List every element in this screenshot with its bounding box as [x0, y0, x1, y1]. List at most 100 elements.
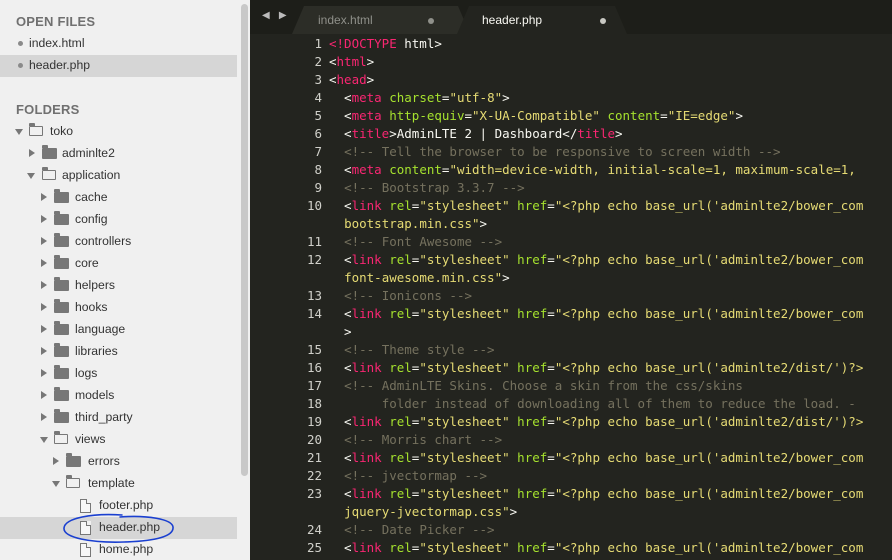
line-gutter: 1 2 3 4 5 6 7 8 9 10 11 12 13 14 15 16 17 18 19 20 21 22 23 24 2…: [250, 34, 322, 560]
code-line: <link rel="stylesheet" href="<?php echo …: [329, 252, 864, 267]
tree-label: language: [75, 322, 126, 336]
line-number: 10: [306, 198, 322, 213]
sidebar: OPEN FILES index.html header.php FOLDERS…: [0, 0, 250, 560]
tree-label: hooks: [75, 300, 108, 314]
code-line: <link rel="stylesheet" href="<?php echo …: [329, 486, 864, 501]
folder-icon: [54, 409, 69, 423]
tree-folder-controllers[interactable]: controllers: [0, 231, 237, 253]
tree-folder-views[interactable]: views: [0, 429, 237, 451]
chevron-right-icon: [41, 391, 47, 399]
file-icon: [80, 521, 91, 535]
code-editor[interactable]: 1 2 3 4 5 6 7 8 9 10 11 12 13 14 15 16 17 18 19 20 21 22 23 24 2…: [250, 34, 892, 560]
code-line: <meta http-equiv="X-UA-Compatible" conte…: [329, 108, 743, 123]
line-number: 14: [306, 306, 322, 321]
chevron-right-icon: [53, 457, 59, 465]
tree-folder-models[interactable]: models: [0, 385, 237, 407]
tree-label: core: [75, 256, 99, 270]
file-dot-icon: [18, 41, 23, 46]
code-line: jquery-jvectormap.css">: [344, 504, 518, 519]
tab-label: index.html: [318, 13, 373, 27]
code-line: <!-- AdminLTE Skins. Choose a skin from …: [344, 378, 743, 393]
code-line: <meta content="width=device-width, initi…: [329, 162, 856, 177]
folder-icon: [54, 343, 69, 357]
tree-file-header[interactable]: header.php: [0, 517, 237, 539]
tree-label: footer.php: [99, 498, 154, 512]
tab-nav-arrows[interactable]: ◀ ▶: [262, 10, 290, 21]
tree-folder-libraries[interactable]: libraries: [0, 341, 237, 363]
tab-header-php[interactable]: header.php: [457, 6, 627, 34]
line-number: 20: [306, 432, 322, 447]
tree-folder-application[interactable]: application: [0, 165, 237, 187]
folder-icon: [54, 233, 69, 247]
tree-folder-hooks[interactable]: hooks: [0, 297, 237, 319]
tab-index-html[interactable]: index.html: [292, 6, 470, 34]
tree-folder-template[interactable]: template: [0, 473, 237, 495]
open-file-item[interactable]: index.html: [0, 33, 237, 55]
sidebar-scrollbar[interactable]: [241, 4, 248, 476]
code-line: <meta charset="utf-8">: [329, 90, 510, 105]
line-number: 23: [306, 486, 322, 501]
tree-folder-core[interactable]: core: [0, 253, 237, 275]
code-line: <link rel="stylesheet" href="<?php echo …: [329, 198, 864, 213]
tree-label: views: [75, 432, 106, 446]
file-icon: [80, 543, 91, 557]
folder-icon: [66, 453, 81, 467]
code-line: <link rel="stylesheet" href="<?php echo …: [329, 360, 864, 375]
tab-close-dot-icon[interactable]: [600, 18, 606, 24]
code-line: <!-- Date Picker -->: [344, 522, 495, 537]
line-number: 8: [314, 162, 322, 177]
line-number: 18: [306, 396, 322, 411]
tree-folder-adminlte2[interactable]: adminlte2: [0, 143, 237, 165]
line-number: 25: [306, 540, 322, 555]
folder-open-icon: [65, 474, 80, 488]
tab-close-dot-icon[interactable]: [428, 18, 434, 24]
tree-label: errors: [88, 454, 120, 468]
tree-file-home[interactable]: home.php: [0, 539, 237, 560]
line-number: 17: [306, 378, 322, 393]
chevron-down-icon: [27, 173, 35, 179]
tree-folder-helpers[interactable]: helpers: [0, 275, 237, 297]
open-files-heading: OPEN FILES: [16, 14, 96, 29]
tree-file-footer[interactable]: footer.php: [0, 495, 237, 517]
file-icon: [80, 499, 91, 513]
tree-folder-cache[interactable]: cache: [0, 187, 237, 209]
chevron-right-icon: [41, 369, 47, 377]
tree-label: models: [75, 388, 115, 402]
folder-icon: [54, 211, 69, 225]
chevron-right-icon: [29, 149, 35, 157]
code-line: <link rel="stylesheet" href="<?php echo …: [329, 414, 864, 429]
chevron-right-icon: [41, 259, 47, 267]
chevron-right-icon: [41, 303, 47, 311]
code-line: <!-- Theme style -->: [344, 342, 495, 357]
tree-folder-toko[interactable]: toko: [0, 121, 237, 143]
code-line: folder instead of downloading all of the…: [344, 396, 856, 411]
folder-icon: [42, 145, 57, 159]
chevron-right-icon: [41, 215, 47, 223]
line-number: 4: [314, 90, 322, 105]
code-line: <!-- Morris chart -->: [344, 432, 503, 447]
chevron-down-icon: [40, 437, 48, 443]
line-number: 5: [314, 108, 322, 123]
code-line: <link rel="stylesheet" href="<?php echo …: [329, 540, 864, 555]
tree-folder-config[interactable]: config: [0, 209, 237, 231]
tree-folder-third-party[interactable]: third_party: [0, 407, 237, 429]
line-number: 2: [314, 54, 322, 69]
chevron-right-icon: [41, 413, 47, 421]
file-dot-icon: [18, 63, 23, 68]
code-line: <html>: [329, 54, 375, 69]
tree-folder-language[interactable]: language: [0, 319, 237, 341]
code-line: bootstrap.min.css">: [344, 216, 488, 231]
folder-icon: [54, 321, 69, 335]
tab-label: header.php: [482, 13, 543, 27]
tree-folder-logs[interactable]: logs: [0, 363, 237, 385]
code-line: <title>AdminLTE 2 | Dashboard</title>: [329, 126, 623, 141]
folder-icon: [54, 299, 69, 313]
folders-heading: FOLDERS: [16, 102, 80, 117]
open-file-item[interactable]: header.php: [0, 55, 237, 77]
line-number: 24: [306, 522, 322, 537]
tree-label: cache: [75, 190, 108, 204]
tree-folder-errors[interactable]: errors: [0, 451, 237, 473]
chevron-right-icon: [41, 325, 47, 333]
code-line: <link rel="stylesheet" href="<?php echo …: [329, 306, 864, 321]
folder-open-icon: [41, 166, 56, 180]
